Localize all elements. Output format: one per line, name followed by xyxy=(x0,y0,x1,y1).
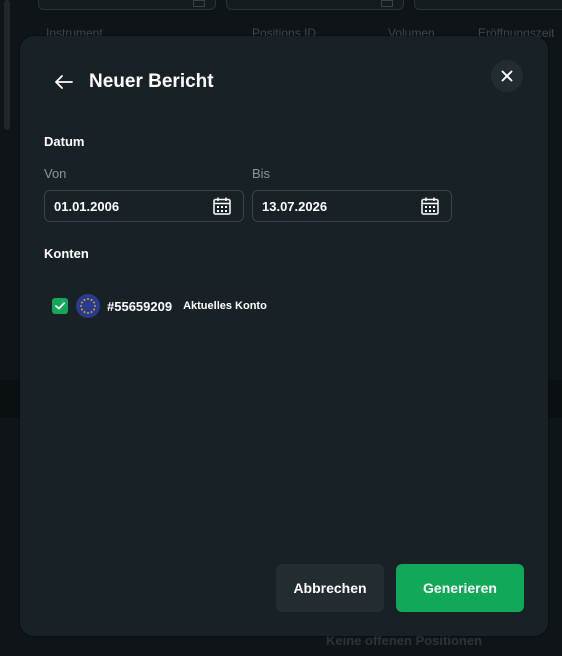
close-button[interactable] xyxy=(491,60,523,92)
calendar-icon xyxy=(381,0,393,7)
calendar-icon[interactable] xyxy=(212,196,232,216)
eu-star xyxy=(87,312,89,314)
eu-star xyxy=(90,299,93,301)
background-filter-field xyxy=(414,0,562,10)
background-date-field-from xyxy=(38,0,216,10)
eu-star xyxy=(90,311,93,313)
generate-button[interactable]: Generieren xyxy=(396,564,524,612)
account-item[interactable]: #55659209 Aktuelles Konto xyxy=(52,293,267,319)
background-date-field-to xyxy=(226,0,404,10)
calendar-icon[interactable] xyxy=(420,196,440,216)
background-scrollbar xyxy=(4,0,10,130)
eu-star xyxy=(81,301,83,304)
to-date-field[interactable] xyxy=(252,190,452,222)
close-icon xyxy=(501,70,513,82)
eu-star xyxy=(81,308,83,311)
eu-star xyxy=(93,301,95,304)
eu-star xyxy=(94,305,96,307)
eu-star xyxy=(87,298,89,300)
from-label: Von xyxy=(44,166,67,181)
from-date-input[interactable] xyxy=(45,198,195,214)
dialog-title: Neuer Bericht xyxy=(89,71,214,92)
arrow-left-icon xyxy=(55,75,73,89)
eu-star xyxy=(93,308,95,311)
calendar-icon xyxy=(193,0,205,7)
eu-star xyxy=(83,299,86,301)
to-label: Bis xyxy=(252,166,271,181)
from-date-field[interactable] xyxy=(44,190,244,222)
eu-stars xyxy=(80,298,96,314)
current-account-tag: Aktuelles Konto xyxy=(183,300,267,312)
accounts-section-label: Konten xyxy=(44,246,89,261)
eu-star xyxy=(83,311,86,313)
account-checkbox[interactable] xyxy=(52,298,68,314)
back-button[interactable] xyxy=(50,70,78,94)
new-report-dialog: Neuer Bericht Datum Von Bis Kont xyxy=(20,36,548,636)
account-number: #55659209 xyxy=(107,298,173,314)
to-date-input[interactable] xyxy=(253,198,403,214)
checkmark-icon xyxy=(55,302,65,310)
date-section-label: Datum xyxy=(44,134,85,149)
cancel-button[interactable]: Abbrechen xyxy=(276,564,384,612)
eu-flag-icon xyxy=(76,294,100,318)
eu-star xyxy=(80,305,82,307)
